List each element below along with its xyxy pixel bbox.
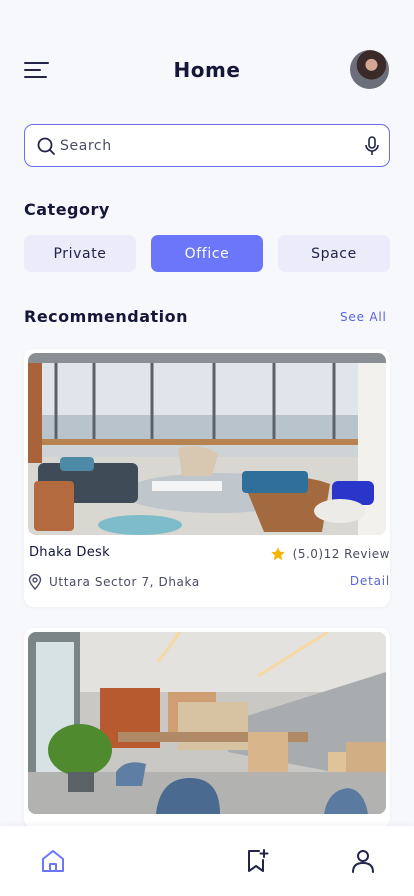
recommendation-card[interactable] [24, 628, 390, 828]
recommendation-title: Recommendation [24, 307, 188, 326]
bottom-nav [0, 826, 414, 896]
search-bar[interactable] [24, 124, 390, 167]
user-avatar[interactable] [350, 50, 389, 89]
search-icon [37, 137, 55, 155]
detail-link[interactable]: Detail [350, 574, 390, 588]
office-lounge-photo [28, 353, 386, 535]
location-text: Uttara Sector 7, Dhaka [49, 575, 200, 589]
mic-icon[interactable] [363, 136, 381, 156]
category-chips: Private Office Space [24, 235, 390, 272]
recommendation-card[interactable]: Dhaka Desk (5.0)12 Review Uttara Sector … [24, 349, 390, 607]
app-header: Home [0, 44, 414, 96]
rating-text: (5.0)12 Review [292, 547, 390, 561]
coworking-space-photo [28, 632, 386, 814]
chip-space[interactable]: Space [278, 235, 390, 272]
card-location: Uttara Sector 7, Dhaka [28, 574, 200, 590]
star-icon [270, 547, 285, 561]
profile-icon[interactable] [350, 848, 376, 874]
search-input[interactable] [60, 127, 350, 164]
home-icon[interactable] [40, 848, 66, 874]
location-pin-icon [28, 574, 42, 590]
see-all-link[interactable]: See All [340, 310, 387, 324]
category-title: Category [24, 200, 110, 219]
card-title: Dhaka Desk [29, 545, 110, 560]
card-rating: (5.0)12 Review [270, 546, 390, 562]
chip-private[interactable]: Private [24, 235, 136, 272]
bookmark-add-icon[interactable] [244, 848, 270, 874]
chip-office[interactable]: Office [151, 235, 263, 272]
